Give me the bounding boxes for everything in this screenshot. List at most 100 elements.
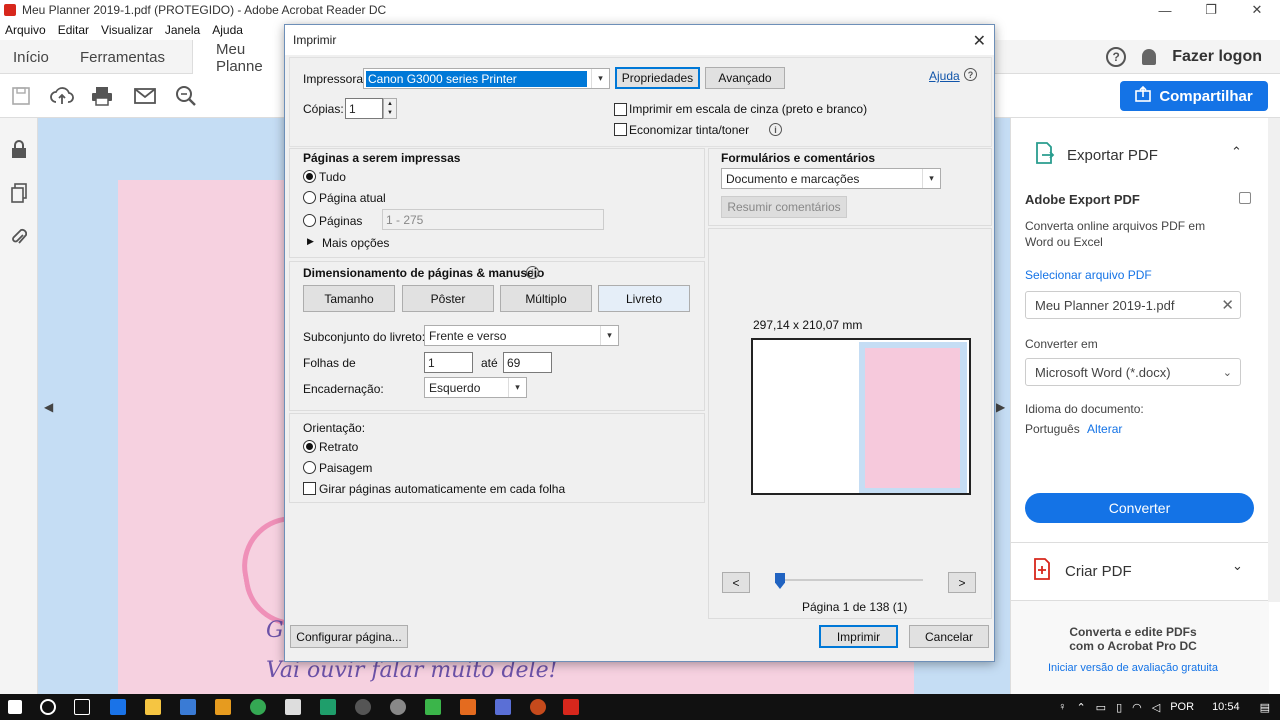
app-icon-2[interactable] bbox=[390, 699, 406, 715]
network-icon[interactable]: ▭ bbox=[1096, 701, 1106, 714]
save-ink-info-icon[interactable]: i bbox=[769, 123, 782, 136]
pages-all-radio[interactable] bbox=[303, 170, 316, 183]
auto-rotate-checkbox[interactable] bbox=[303, 482, 316, 495]
people-icon[interactable]: ♀ bbox=[1058, 701, 1066, 713]
tab-home[interactable]: Início bbox=[13, 40, 49, 74]
preview-next-button[interactable]: > bbox=[948, 572, 976, 593]
current-page-radio[interactable] bbox=[303, 191, 316, 204]
help-link[interactable]: Ajuda bbox=[929, 69, 960, 83]
cortana-search-icon[interactable] bbox=[40, 699, 56, 715]
convert-format-dropdown[interactable]: Microsoft Word (*.docx) ⌄ bbox=[1025, 358, 1241, 386]
mail-icon[interactable] bbox=[285, 699, 301, 715]
portrait-radio[interactable] bbox=[303, 440, 316, 453]
login-link[interactable]: Fazer logon bbox=[1172, 48, 1262, 66]
print-button[interactable]: Imprimir bbox=[819, 625, 898, 648]
media-player-icon[interactable] bbox=[215, 699, 231, 715]
app-icon-4[interactable] bbox=[495, 699, 511, 715]
booklet-subset-dropdown[interactable]: Frente e verso ▾ bbox=[424, 325, 619, 346]
more-options-link[interactable]: Mais opções bbox=[322, 236, 389, 250]
app-icon-3[interactable] bbox=[425, 699, 441, 715]
maximize-icon[interactable]: ❐ bbox=[1188, 0, 1234, 20]
tab-document[interactable]: Meu Planne bbox=[192, 40, 292, 75]
store-icon[interactable] bbox=[180, 699, 196, 715]
binding-dropdown[interactable]: Esquerdo ▾ bbox=[424, 377, 527, 398]
tray-chevron-icon[interactable]: ⌃ bbox=[1076, 701, 1085, 714]
page-range-input[interactable]: 1 - 275 bbox=[382, 209, 604, 230]
dialog-close-icon[interactable]: ✕ bbox=[973, 31, 986, 51]
page-setup-button[interactable]: Configurar página... bbox=[290, 625, 408, 648]
language-indicator[interactable]: POR bbox=[1170, 701, 1194, 713]
zoom-search-icon[interactable] bbox=[174, 84, 198, 108]
chrome-icon[interactable] bbox=[250, 699, 266, 715]
copies-spinner[interactable]: ▲ ▼ bbox=[383, 98, 397, 119]
save-icon[interactable] bbox=[9, 84, 33, 108]
edge-browser-icon[interactable] bbox=[110, 699, 126, 715]
forms-dropdown[interactable]: Documento e marcações ▾ bbox=[721, 168, 941, 189]
create-pdf-header[interactable]: Criar PDF bbox=[1033, 558, 1132, 584]
collapse-chevron-icon[interactable]: ⌃ bbox=[1231, 144, 1242, 160]
grayscale-checkbox[interactable] bbox=[614, 103, 627, 116]
menu-janela[interactable]: Janela bbox=[160, 23, 207, 37]
preview-prev-button[interactable]: < bbox=[722, 572, 750, 593]
action-center-icon[interactable]: ▤ bbox=[1260, 701, 1270, 714]
menu-ajuda[interactable]: Ajuda bbox=[207, 23, 250, 37]
sheets-to-input[interactable]: 69 bbox=[503, 352, 552, 373]
lock-icon[interactable] bbox=[9, 138, 29, 160]
clock[interactable]: 10:54 bbox=[1212, 701, 1240, 713]
attachment-icon[interactable] bbox=[9, 226, 29, 248]
pages-thumbnail-icon[interactable] bbox=[9, 182, 29, 204]
app-icon-5[interactable] bbox=[530, 699, 546, 715]
clear-file-icon[interactable]: ✕ bbox=[1221, 296, 1234, 314]
wifi-icon[interactable]: ◠ bbox=[1132, 701, 1142, 714]
help-icon[interactable]: ? bbox=[1106, 47, 1127, 67]
properties-button[interactable]: Propriedades bbox=[615, 67, 700, 89]
expand-chevron-icon[interactable]: ⌄ bbox=[1232, 558, 1243, 574]
preview-slider-track[interactable] bbox=[775, 579, 923, 581]
app-icon-1[interactable] bbox=[355, 699, 371, 715]
powerpoint-icon[interactable] bbox=[460, 699, 476, 715]
file-explorer-icon[interactable] bbox=[145, 699, 161, 715]
notification-bell-icon[interactable] bbox=[1142, 49, 1157, 65]
copy-icon[interactable] bbox=[1239, 192, 1251, 204]
previous-page-arrow-icon[interactable]: ◀ bbox=[44, 400, 53, 414]
right-panel-scrollbar[interactable] bbox=[1268, 118, 1280, 602]
minimize-icon[interactable]: — bbox=[1142, 0, 1188, 20]
close-window-icon[interactable]: ✕ bbox=[1234, 0, 1280, 20]
task-view-icon[interactable] bbox=[74, 699, 90, 715]
publisher-icon[interactable] bbox=[320, 699, 336, 715]
expand-triangle-icon[interactable]: ▶ bbox=[307, 236, 314, 247]
share-button[interactable]: Compartilhar bbox=[1120, 81, 1268, 111]
advanced-button[interactable]: Avançado bbox=[705, 67, 785, 89]
page-range-radio[interactable] bbox=[303, 214, 316, 227]
multiple-button[interactable]: Múltiplo bbox=[500, 285, 592, 312]
acrobat-taskbar-icon[interactable] bbox=[563, 699, 579, 715]
export-pdf-header[interactable]: Exportar PDF bbox=[1035, 142, 1158, 168]
print-icon[interactable] bbox=[90, 84, 114, 108]
email-icon[interactable] bbox=[133, 84, 157, 108]
volume-icon[interactable]: ◁ bbox=[1152, 701, 1160, 714]
menu-arquivo[interactable]: Arquivo bbox=[0, 23, 53, 37]
booklet-button[interactable]: Livreto bbox=[598, 285, 690, 312]
battery-icon[interactable]: ▯ bbox=[1116, 701, 1122, 714]
convert-button[interactable]: Converter bbox=[1025, 493, 1254, 523]
copies-input[interactable]: 1 bbox=[345, 98, 383, 119]
next-page-arrow-icon[interactable]: ▶ bbox=[996, 400, 1005, 414]
menu-visualizar[interactable]: Visualizar bbox=[96, 23, 160, 37]
sizing-info-icon[interactable]: i bbox=[526, 266, 539, 279]
printer-dropdown[interactable]: Canon G3000 series Printer ▾ bbox=[363, 68, 610, 89]
poster-button[interactable]: Pôster bbox=[402, 285, 494, 312]
save-ink-checkbox[interactable] bbox=[614, 123, 627, 136]
summarize-comments-button[interactable]: Resumir comentários bbox=[721, 196, 847, 218]
size-button[interactable]: Tamanho bbox=[303, 285, 395, 312]
free-trial-link[interactable]: Iniciar versão de avaliação gratuita bbox=[1011, 662, 1255, 674]
change-language-link[interactable]: Alterar bbox=[1087, 422, 1122, 436]
upload-cloud-icon[interactable] bbox=[50, 84, 74, 108]
help-info-icon[interactable]: ? bbox=[964, 68, 977, 81]
windows-start-icon[interactable] bbox=[8, 700, 22, 714]
tab-tools[interactable]: Ferramentas bbox=[80, 40, 165, 74]
sheets-from-input[interactable]: 1 bbox=[424, 352, 473, 373]
cancel-button[interactable]: Cancelar bbox=[909, 625, 989, 648]
select-pdf-file-link[interactable]: Selecionar arquivo PDF bbox=[1025, 268, 1152, 282]
landscape-radio[interactable] bbox=[303, 461, 316, 474]
menu-editar[interactable]: Editar bbox=[53, 23, 96, 37]
